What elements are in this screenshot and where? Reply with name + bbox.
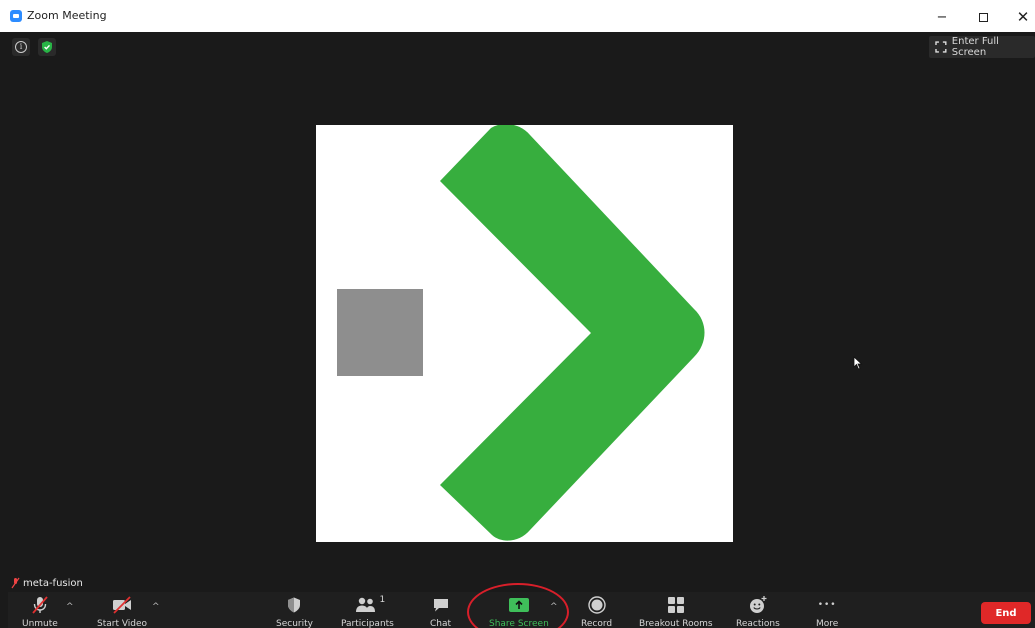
start-video-label: Start Video bbox=[97, 619, 148, 628]
security-label: Security bbox=[276, 619, 313, 628]
unmute-label: Unmute bbox=[22, 619, 58, 628]
window-title: Zoom Meeting bbox=[27, 9, 107, 22]
more-label: More bbox=[816, 619, 839, 628]
participants-label: Participants bbox=[341, 619, 394, 628]
muted-microphone-icon bbox=[32, 596, 48, 614]
breakout-rooms-grid-icon bbox=[667, 597, 684, 613]
shared-screen-content bbox=[316, 125, 733, 542]
video-off-icon bbox=[113, 596, 132, 614]
security-shield-icon bbox=[288, 597, 301, 613]
share-screen-arrow-icon bbox=[508, 598, 529, 612]
chat-label: Chat bbox=[430, 619, 452, 628]
more-button[interactable]: ••• More bbox=[816, 594, 838, 628]
chat-button[interactable]: Chat bbox=[430, 594, 451, 628]
participants-icon bbox=[356, 597, 376, 612]
audio-options-caret[interactable]: ^ bbox=[66, 602, 74, 612]
close-button[interactable]: ✕ bbox=[1005, 4, 1035, 30]
share-screen-label: Share Screen bbox=[489, 619, 549, 628]
enter-full-screen-button[interactable]: Enter Full Screen bbox=[929, 36, 1035, 58]
participant-name-tag: meta-fusion bbox=[8, 574, 86, 592]
participants-count: 1 bbox=[379, 595, 386, 605]
meeting-toolbar: Unmute ^ Start Video ^ Security 1 Partic… bbox=[8, 592, 1035, 628]
reactions-label: Reactions bbox=[736, 619, 780, 628]
record-label: Record bbox=[581, 619, 613, 628]
record-icon bbox=[587, 596, 606, 614]
reactions-smiley-icon bbox=[749, 596, 767, 613]
reactions-button[interactable]: Reactions bbox=[736, 594, 780, 628]
unmute-button[interactable]: Unmute bbox=[22, 594, 58, 628]
participants-button[interactable]: 1 Participants bbox=[341, 594, 394, 628]
meeting-info-button[interactable]: i bbox=[12, 38, 30, 56]
fullscreen-label: Enter Full Screen bbox=[951, 36, 999, 58]
record-button[interactable]: Record bbox=[581, 594, 612, 628]
meeting-view: i Enter Full Screen meta-fusion bbox=[8, 32, 1035, 592]
share-screen-button[interactable]: Share Screen bbox=[489, 594, 549, 628]
share-options-caret[interactable]: ^ bbox=[550, 602, 558, 612]
participant-name: meta-fusion bbox=[23, 577, 83, 589]
info-icon: i bbox=[15, 41, 27, 53]
breakout-rooms-label: Breakout Rooms bbox=[639, 619, 713, 628]
maximize-button[interactable] bbox=[965, 4, 1001, 30]
end-meeting-button[interactable]: End bbox=[981, 602, 1031, 624]
shield-check-icon bbox=[42, 41, 52, 53]
video-options-caret[interactable]: ^ bbox=[152, 602, 160, 612]
maximize-icon bbox=[978, 12, 988, 22]
start-video-button[interactable]: Start Video bbox=[97, 594, 147, 628]
encryption-shield-button[interactable] bbox=[38, 38, 56, 56]
zoom-app-icon bbox=[10, 10, 22, 22]
muted-mic-icon bbox=[11, 577, 20, 589]
breakout-rooms-button[interactable]: Breakout Rooms bbox=[639, 594, 713, 628]
more-dots-icon: ••• bbox=[817, 600, 837, 610]
security-button[interactable]: Security bbox=[276, 594, 313, 628]
chat-bubble-icon bbox=[433, 599, 448, 612]
fullscreen-icon bbox=[935, 41, 947, 53]
mouse-cursor-icon bbox=[853, 356, 863, 370]
title-bar: Zoom Meeting − ✕ bbox=[0, 0, 1035, 32]
minimize-button[interactable]: − bbox=[924, 4, 960, 30]
green-chevron-shape bbox=[440, 125, 705, 541]
